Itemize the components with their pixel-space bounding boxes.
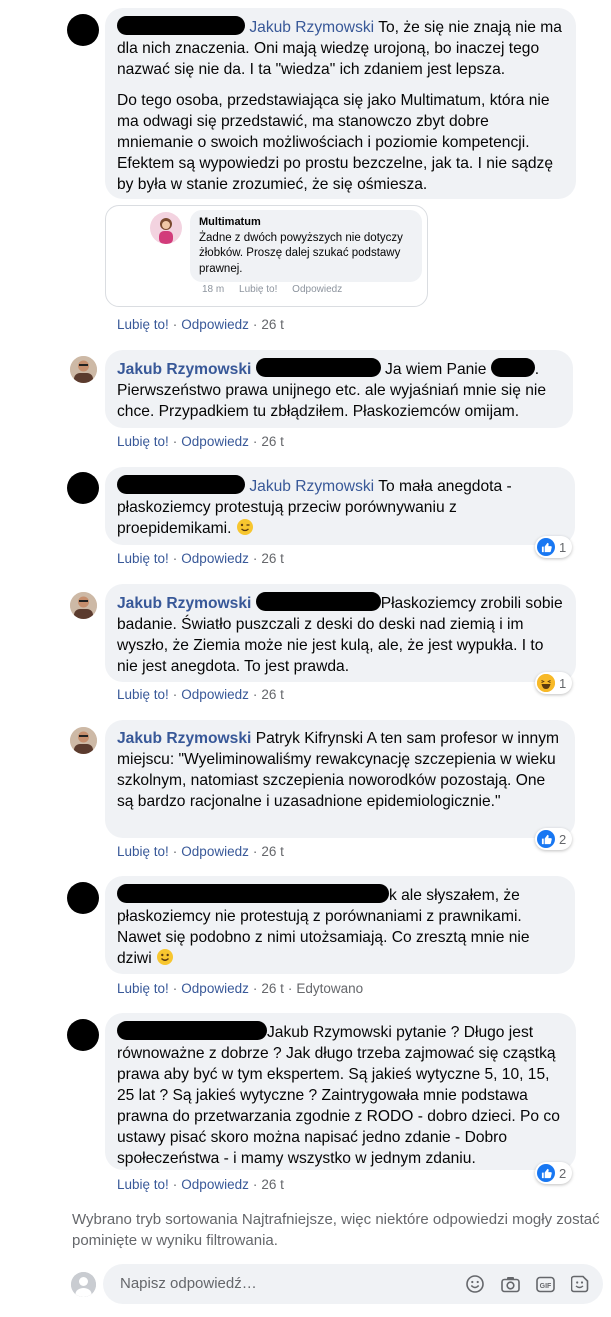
reaction-number: 2 xyxy=(559,831,567,847)
redacted-avatar[interactable] xyxy=(67,882,99,914)
comment-paragraph: Jakub Rzymowski Patryk Kifrynski A ten s… xyxy=(117,728,563,812)
comment-text: Ja wiem Panie xyxy=(385,361,487,378)
comment-bubble: Jakub Rzymowski Patryk Kifrynski A ten s… xyxy=(105,720,575,838)
comment-paragraph: k ale słyszałem, że płaskoziemcy nie pro… xyxy=(117,884,563,969)
attached-reply: Odpowiedz xyxy=(292,284,343,295)
comment-paragraph: Jakub Rzymowski To mała anegdota - płask… xyxy=(117,475,563,539)
comment-bubble: k ale słyszałem, że płaskoziemcy nie pro… xyxy=(105,876,575,974)
comment-actions: Lubię to! · Odpowiedz · 26 t · Edytowano xyxy=(117,981,364,996)
sticker-icon[interactable] xyxy=(569,1273,591,1295)
svg-text:GIF: GIF xyxy=(539,1282,551,1289)
attached-like: Lubię to! xyxy=(239,284,278,295)
timestamp[interactable]: 26 t xyxy=(261,551,284,566)
attached-text: Żadne z dwóch powyższych nie dotyczy żło… xyxy=(199,231,403,275)
reaction-number: 2 xyxy=(559,1165,567,1181)
timestamp[interactable]: 26 t xyxy=(261,687,284,702)
author-link[interactable]: Jakub Rzymowski xyxy=(117,730,251,747)
redacted-avatar[interactable] xyxy=(67,14,99,46)
redacted-author[interactable] xyxy=(117,1021,267,1040)
timestamp[interactable]: 26 t xyxy=(261,981,284,996)
attached-actions: 18 m Lubię to! Odpowiedz xyxy=(202,284,342,295)
comment-paragraph: Jakub Rzymowski To, że się nie znają nie… xyxy=(117,16,564,80)
wink-emoji-icon xyxy=(236,519,253,535)
redacted-avatar[interactable] xyxy=(67,472,99,504)
like-button[interactable]: Lubię to! xyxy=(117,551,169,566)
reply-button[interactable]: Odpowiedz xyxy=(181,844,249,859)
comment-paragraph: Jakub Rzymowski Ja wiem Panie . Pierwsze… xyxy=(117,358,561,422)
redacted-mention[interactable] xyxy=(255,592,381,611)
timestamp[interactable]: 26 t xyxy=(261,844,284,859)
timestamp[interactable]: 26 t xyxy=(261,1177,284,1192)
reaction-count[interactable]: 2 xyxy=(535,1162,573,1184)
reaction-number: 1 xyxy=(559,539,567,555)
comment-actions: Lubię to! · Odpowiedz · 26 t xyxy=(117,844,284,859)
reaction-count[interactable]: 1 xyxy=(535,536,573,558)
reply-button[interactable]: Odpowiedz xyxy=(181,1177,249,1192)
author-link[interactable]: Jakub Rzymowski xyxy=(117,361,251,378)
comment-bubble: Jakub Rzymowski To, że się nie znają nie… xyxy=(105,8,576,199)
comment-paragraph: Do tego osoba, przedstawiająca się jako … xyxy=(117,92,553,193)
redacted-mention[interactable] xyxy=(255,358,381,377)
like-button[interactable]: Lubię to! xyxy=(117,687,169,702)
reply-button[interactable]: Odpowiedz xyxy=(181,981,249,996)
like-button[interactable]: Lubię to! xyxy=(117,1177,169,1192)
multimatum-avatar xyxy=(150,212,182,244)
reply-button[interactable]: Odpowiedz xyxy=(181,317,249,332)
redacted-avatar[interactable] xyxy=(67,1019,99,1051)
author-link[interactable]: Jakub Rzymowski xyxy=(117,595,251,612)
like-button[interactable]: Lubię to! xyxy=(117,981,169,996)
reply-button[interactable]: Odpowiedz xyxy=(181,434,249,449)
attached-bubble: Multimatum Żadne z dwóch powyższych nie … xyxy=(190,210,422,282)
comment-bubble: Jakub Rzymowski Ja wiem Panie . Pierwsze… xyxy=(105,350,573,428)
like-icon xyxy=(537,538,555,556)
attached-author: Multimatum xyxy=(199,216,261,228)
like-button[interactable]: Lubię to! xyxy=(117,434,169,449)
mention-link[interactable]: Jakub Rzymowski xyxy=(249,478,374,495)
reaction-count[interactable]: 1 xyxy=(535,672,573,694)
composer-icons: GIF xyxy=(464,1273,591,1295)
comment-paragraph: Jakub Rzymowski pytanie ? Długo jest rów… xyxy=(117,1021,564,1169)
reply-composer[interactable]: Napisz odpowiedź… GIF xyxy=(103,1264,603,1304)
comment-actions: Lubię to! · Odpowiedz · 26 t xyxy=(117,1177,284,1192)
comment-actions: Lubię to! · Odpowiedz · 26 t xyxy=(117,687,284,702)
timestamp[interactable]: 26 t xyxy=(261,434,284,449)
emoji-icon[interactable] xyxy=(464,1273,486,1295)
attached-time: 18 m xyxy=(202,284,225,295)
redacted-author[interactable] xyxy=(117,16,245,35)
jakub-avatar[interactable] xyxy=(70,356,97,383)
haha-icon xyxy=(537,674,555,692)
jakub-avatar[interactable] xyxy=(70,727,97,754)
reply-button[interactable]: Odpowiedz xyxy=(181,551,249,566)
reaction-number: 1 xyxy=(559,675,567,691)
comment-text: Jakub Rzymowski pytanie ? Długo jest rów… xyxy=(117,1024,560,1167)
gif-icon[interactable]: GIF xyxy=(534,1273,556,1295)
comment-paragraph: Jakub Rzymowski Płaskoziemcy zrobili sob… xyxy=(117,592,564,677)
current-user-avatar xyxy=(71,1272,96,1297)
attached-comment-screenshot[interactable]: Multimatum Żadne z dwóch powyższych nie … xyxy=(105,205,428,307)
reply-input[interactable]: Napisz odpowiedź… xyxy=(120,1275,257,1292)
comment-bubble: Jakub Rzymowski Płaskoziemcy zrobili sob… xyxy=(105,584,576,682)
comment-bubble: Jakub Rzymowski pytanie ? Długo jest rów… xyxy=(105,1013,576,1170)
like-button[interactable]: Lubię to! xyxy=(117,844,169,859)
timestamp[interactable]: 26 t xyxy=(261,317,284,332)
redacted-author[interactable] xyxy=(117,475,245,494)
redacted-author[interactable] xyxy=(117,884,389,903)
mention-link[interactable]: Jakub Rzymowski xyxy=(249,19,374,36)
reaction-count[interactable]: 2 xyxy=(535,828,573,850)
comment-actions: Lubię to! · Odpowiedz · 26 t xyxy=(117,317,284,332)
sort-mode-note: Wybrano tryb sortowania Najtrafniejsze, … xyxy=(72,1211,600,1249)
like-icon xyxy=(537,830,555,848)
reply-button[interactable]: Odpowiedz xyxy=(181,687,249,702)
like-icon xyxy=(537,1164,555,1182)
comment-actions: Lubię to! · Odpowiedz · 26 t xyxy=(117,434,284,449)
smile-emoji-icon xyxy=(157,949,174,965)
comment-bubble: Jakub Rzymowski To mała anegdota - płask… xyxy=(105,467,575,545)
comment-actions: Lubię to! · Odpowiedz · 26 t xyxy=(117,551,284,566)
camera-icon[interactable] xyxy=(499,1273,521,1295)
like-button[interactable]: Lubię to! xyxy=(117,317,169,332)
redacted-name xyxy=(490,358,535,377)
jakub-avatar[interactable] xyxy=(70,592,97,619)
edited-label[interactable]: Edytowano xyxy=(296,981,363,996)
